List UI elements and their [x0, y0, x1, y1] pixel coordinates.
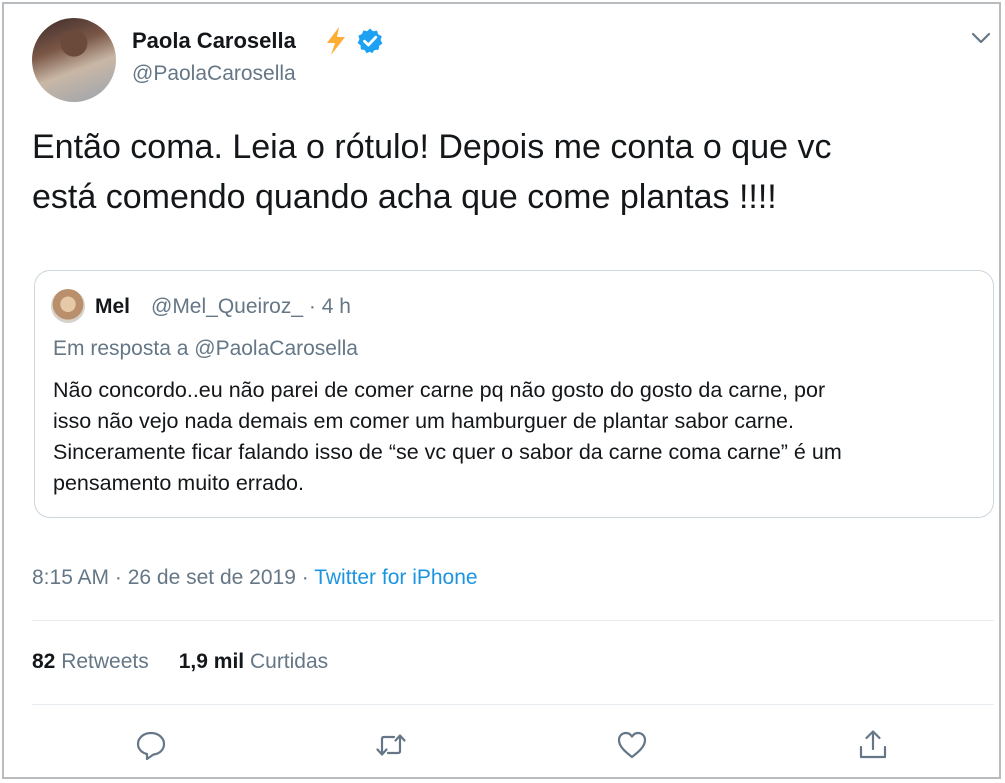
tweet-text: Então coma. Leia o rótulo! Depois me con… — [32, 122, 982, 222]
reply-icon — [136, 731, 166, 761]
reply-to-link[interactable]: @PaolaCarosella — [194, 337, 358, 360]
tweet-card: Paola Carosella @PaolaCarosella Então co… — [2, 2, 1001, 779]
divider — [32, 620, 994, 621]
tweet-text-line: está comendo quando acha que come planta… — [32, 178, 777, 216]
retweets-count: 82 — [32, 650, 56, 673]
tweet-source-link[interactable]: Twitter for iPhone — [314, 566, 477, 589]
reply-prefix: Em resposta a — [53, 337, 189, 360]
quoted-text-line: Sinceramente ficar falando isso de “se v… — [53, 440, 842, 464]
reply-button[interactable] — [134, 728, 168, 762]
quoted-author-avatar — [51, 289, 85, 323]
retweet-icon — [376, 734, 406, 756]
likes-count: 1,9 mil — [178, 650, 245, 673]
retweet-button[interactable] — [374, 728, 408, 762]
tweet-timestamp: 8:15 AM · 26 de set de 2019 · Twitter fo… — [32, 566, 478, 589]
tweet-text-line: Então coma. Leia o rótulo! Depois me con… — [32, 128, 832, 166]
author-handle[interactable]: @PaolaCarosella — [132, 62, 296, 86]
quoted-author-name: Mel — [95, 295, 131, 318]
divider — [32, 704, 994, 705]
likes-label: Curtidas — [249, 650, 329, 673]
heart-icon — [617, 731, 647, 759]
like-button[interactable] — [615, 728, 649, 762]
retweets-label: Retweets — [61, 650, 149, 673]
lightning-bolt-icon — [327, 27, 345, 55]
likes-stat[interactable]: 1,9 mil Curtidas — [179, 650, 328, 673]
retweets-stat[interactable]: 82 Retweets — [32, 650, 149, 673]
share-icon — [859, 730, 887, 759]
quoted-meta: @Mel_Queiroz_ · 4 h — [151, 295, 351, 318]
verified-badge-icon — [357, 28, 383, 54]
quoted-text-line: Não concordo..eu não parei de comer carn… — [53, 378, 826, 402]
author-name[interactable]: Paola Carosella — [132, 28, 296, 54]
share-button[interactable] — [856, 728, 890, 762]
tweet-time[interactable]: 8:15 AM — [32, 566, 109, 589]
tweet-stats: 82 Retweets 1,9 mil Curtidas — [32, 650, 328, 674]
quoted-reply-context: Em resposta a @PaolaCarosella — [53, 337, 358, 361]
author-avatar[interactable] — [32, 18, 116, 102]
quoted-text-line: isso não vejo nada demais em comer um ha… — [53, 409, 794, 433]
tweet-date[interactable]: 26 de set de 2019 — [128, 566, 296, 589]
quoted-text: Não concordo..eu não parei de comer carn… — [53, 375, 983, 499]
quoted-tweet[interactable]: Mel @Mel_Queiroz_ · 4 h Em resposta a @P… — [34, 270, 994, 518]
chevron-down-icon[interactable] — [970, 30, 992, 46]
quoted-author-handle: @Mel_Queiroz_ — [151, 295, 304, 318]
quoted-time: 4 h — [321, 295, 351, 318]
quoted-text-line: pensamento muito errado. — [53, 471, 304, 495]
